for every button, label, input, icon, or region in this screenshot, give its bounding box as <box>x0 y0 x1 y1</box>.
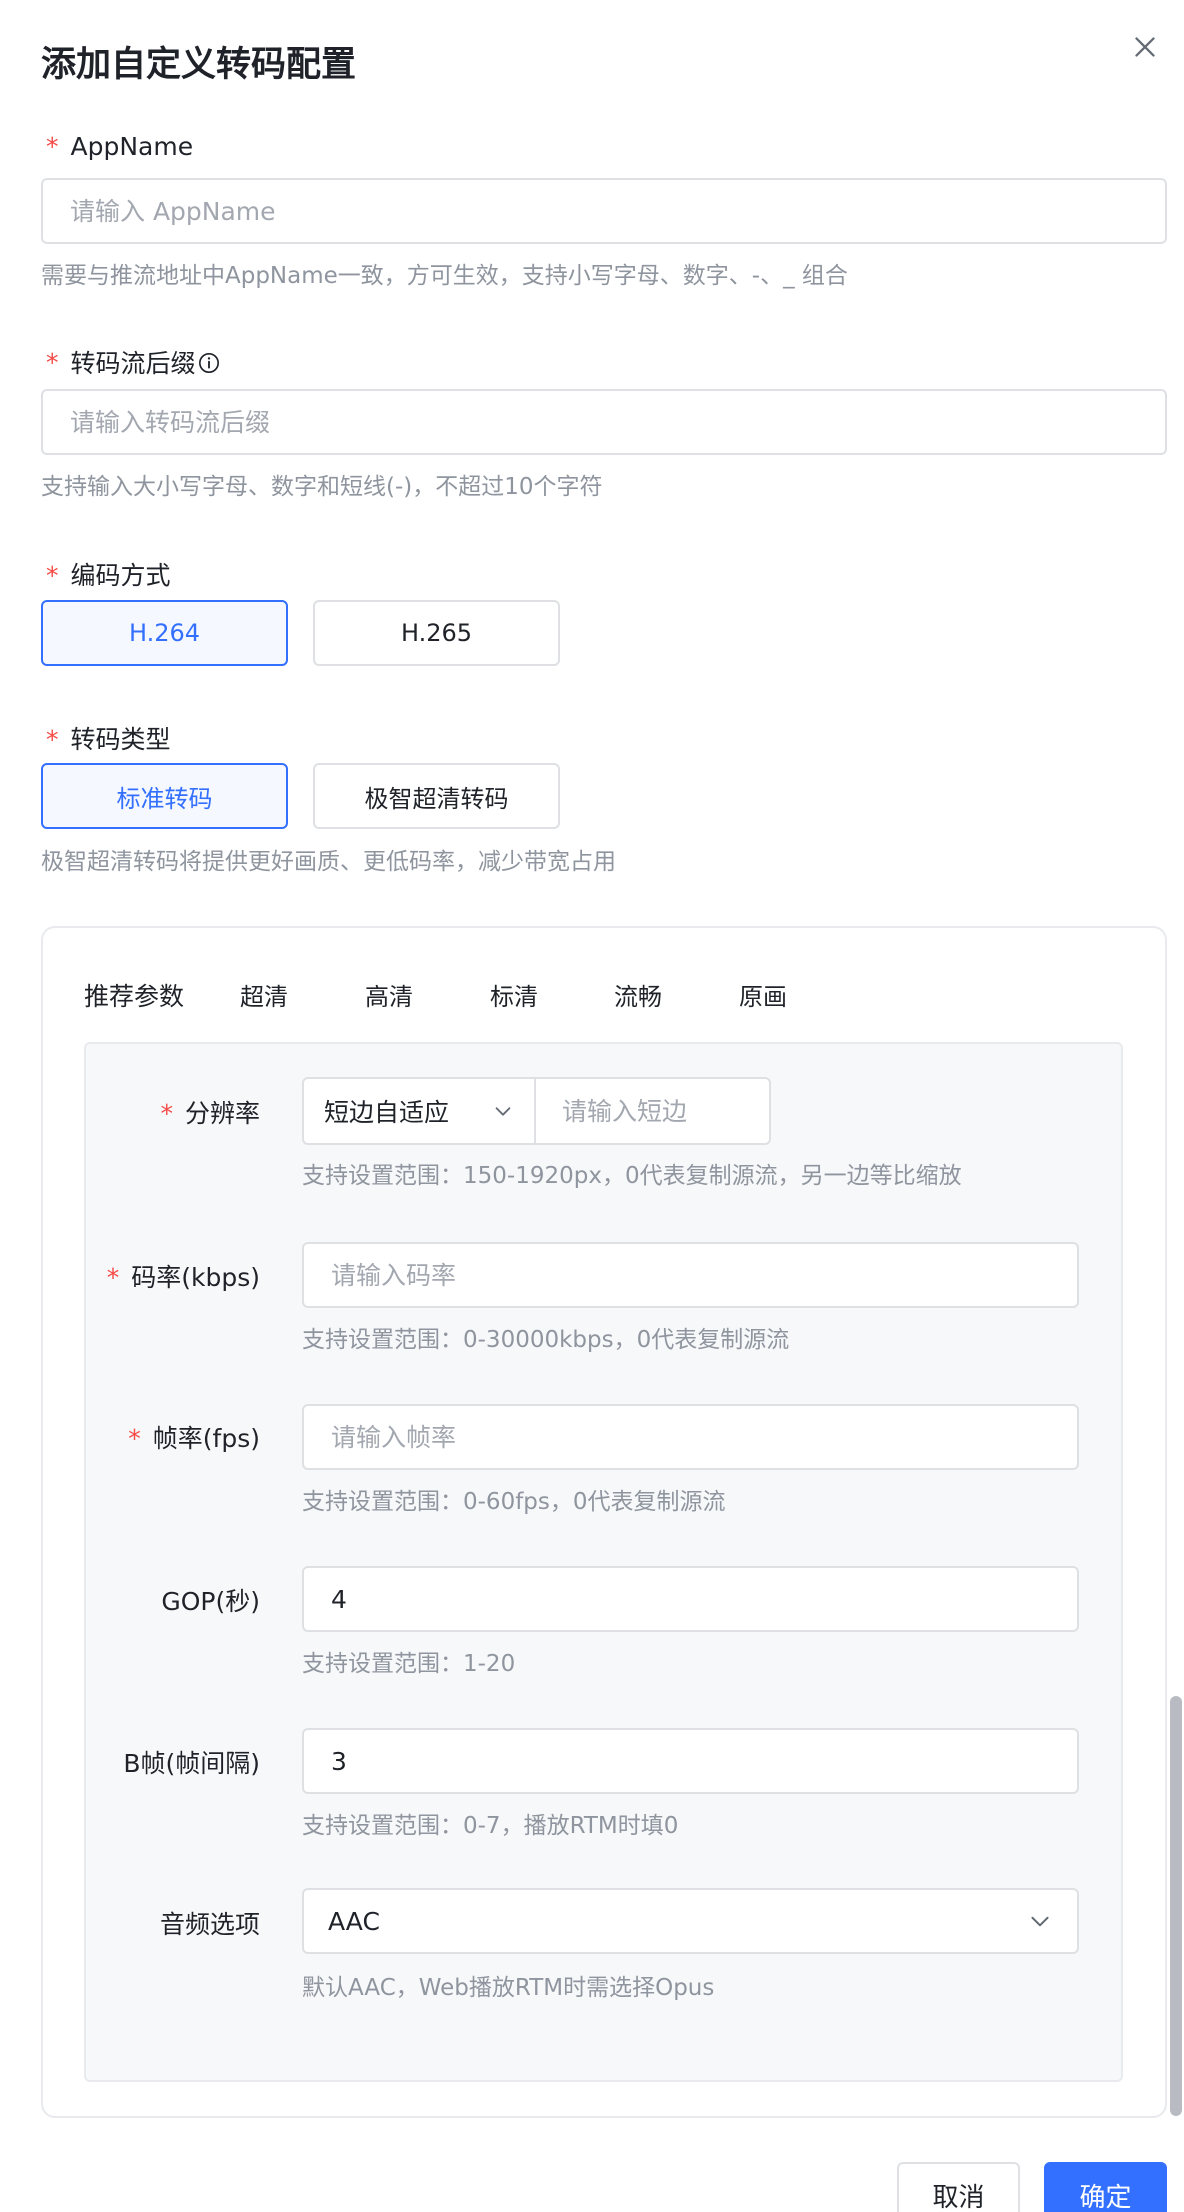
tab-sd[interactable]: 标清 <box>490 977 538 1012</box>
suffix-hint: 支持输入大小写字母、数字和短线(-)，不超过10个字符 <box>41 474 603 500</box>
tab-ultra-hd[interactable]: 超清 <box>240 977 288 1012</box>
chevron-down-icon <box>492 1100 514 1122</box>
tab-smooth[interactable]: 流畅 <box>614 977 662 1012</box>
required-mark: * <box>46 347 59 377</box>
params-label: 推荐参数 <box>84 982 185 1011</box>
transcode-config-dialog: 添加自定义转码配置 *AppName 需要与推流地址中AppName一致，方可生… <box>0 0 1184 2212</box>
appname-input[interactable] <box>70 196 1138 226</box>
codec-label: * 编码方式 <box>46 561 171 590</box>
required-mark: * <box>46 725 59 754</box>
scrollbar-thumb[interactable] <box>1170 1696 1182 2116</box>
resolution-mode-select[interactable]: 短边自适应 <box>304 1079 536 1143</box>
transcode-type-label: * 转码类型 <box>46 725 171 754</box>
close-icon[interactable] <box>1128 30 1162 64</box>
bitrate-input-wrap <box>302 1242 1079 1308</box>
codec-option-h264[interactable]: H.264 <box>41 600 288 666</box>
bframes-label: B帧(帧间隔) <box>123 1749 260 1778</box>
resolution-hint: 支持设置范围：150-1920px，0代表复制源流，另一边等比缩放 <box>302 1163 962 1189</box>
required-mark: * <box>106 1263 120 1292</box>
audio-hint: 默认AAC，Web播放RTM时需选择Opus <box>302 1975 715 2001</box>
audio-select[interactable]: AAC <box>302 1888 1079 1954</box>
resolution-label: * 分辨率 <box>160 1099 260 1128</box>
required-mark: * <box>46 132 59 161</box>
dialog-title: 添加自定义转码配置 <box>41 45 357 85</box>
bitrate-hint: 支持设置范围：0-30000kbps，0代表复制源流 <box>302 1327 790 1353</box>
bframes-input-wrap <box>302 1728 1079 1794</box>
short-side-input[interactable] <box>562 1096 743 1126</box>
codec-option-h265[interactable]: H.265 <box>313 600 560 666</box>
tab-original[interactable]: 原画 <box>739 977 787 1012</box>
suffix-input[interactable] <box>70 407 1138 437</box>
gop-hint: 支持设置范围：1-20 <box>302 1651 516 1677</box>
required-mark: * <box>128 1424 141 1453</box>
gop-input[interactable] <box>331 1584 1050 1614</box>
audio-select-value: AAC <box>328 1906 380 1936</box>
fps-hint: 支持设置范围：0-60fps，0代表复制源流 <box>302 1489 726 1515</box>
appname-hint: 需要与推流地址中AppName一致，方可生效，支持小写字母、数字、-、_ 组合 <box>41 263 848 289</box>
required-mark: * <box>160 1099 173 1128</box>
bitrate-label: * 码率(kbps) <box>106 1263 260 1292</box>
cancel-button[interactable]: 取消 <box>897 2162 1020 2212</box>
transcode-type-ultra[interactable]: 极智超清转码 <box>313 763 560 829</box>
transcode-type-standard[interactable]: 标准转码 <box>41 763 288 829</box>
required-mark: * <box>46 561 59 590</box>
tab-hd[interactable]: 高清 <box>365 977 413 1012</box>
info-circle-icon[interactable] <box>198 351 220 373</box>
appname-input-wrap <box>41 178 1167 244</box>
gop-input-wrap <box>302 1566 1079 1632</box>
fps-label: * 帧率(fps) <box>128 1424 260 1453</box>
bitrate-input[interactable] <box>331 1260 1050 1290</box>
fps-input-wrap <box>302 1404 1079 1470</box>
bframes-input[interactable] <box>331 1746 1050 1776</box>
scrollbar[interactable] <box>1170 1696 1182 2116</box>
bframes-hint: 支持设置范围：0-7，播放RTM时填0 <box>302 1813 679 1839</box>
appname-label: * AppName <box>46 132 194 161</box>
transcode-type-hint: 极智超清转码将提供更好画质、更低码率，减少带宽占用 <box>41 849 616 875</box>
chevron-down-icon <box>1027 1908 1053 1934</box>
confirm-button[interactable]: 确定 <box>1044 2162 1167 2212</box>
fps-input[interactable] <box>331 1422 1050 1452</box>
resolution-combo: 短边自适应 <box>302 1077 771 1145</box>
resolution-mode-value: 短边自适应 <box>324 1098 450 1127</box>
suffix-label: * 转码流后缀 <box>46 344 220 380</box>
suffix-input-wrap <box>41 389 1167 455</box>
gop-label: GOP(秒) <box>161 1587 260 1616</box>
audio-label: 音频选项 <box>159 1910 260 1939</box>
